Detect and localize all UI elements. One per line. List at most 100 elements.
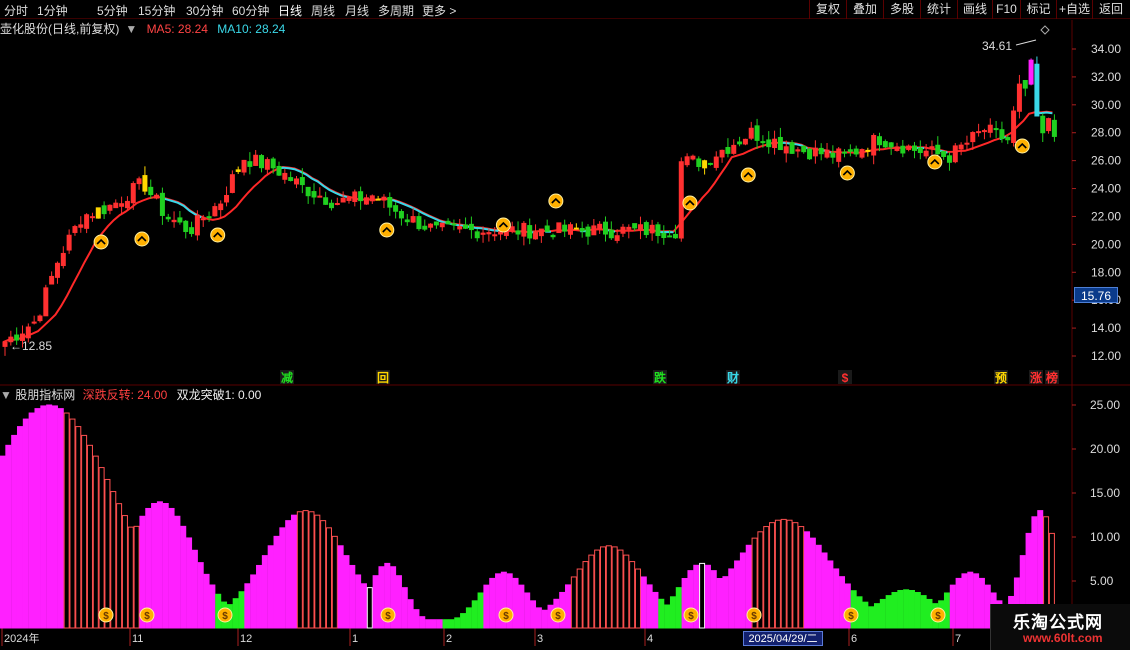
candle-body — [311, 191, 317, 198]
tab-1min[interactable]: 1分钟 — [37, 2, 68, 19]
money-bag-glyph: $ — [503, 611, 509, 622]
indicator-bar — [390, 566, 397, 629]
money-bag-glyph: $ — [848, 611, 854, 622]
indicator-bar — [774, 519, 781, 629]
candle-body — [37, 315, 43, 322]
candle-body — [282, 172, 288, 180]
indicator-bar — [500, 571, 507, 629]
candle-body — [818, 147, 824, 155]
candle-body — [445, 220, 451, 225]
indicator-bar — [419, 616, 426, 629]
tab-fenshi[interactable]: 分时 — [4, 2, 28, 19]
indicator-bar — [86, 444, 93, 629]
candle-body — [725, 147, 731, 154]
indicator-bar — [22, 418, 29, 629]
indicator-bar — [121, 515, 128, 629]
candle-body — [591, 225, 597, 236]
chevron-down-icon[interactable]: ▼ — [0, 388, 12, 402]
indicator-bar — [75, 426, 82, 629]
overlay-button[interactable]: 叠加 — [846, 0, 883, 19]
tab-multi-period[interactable]: 多周期 — [378, 2, 414, 19]
indicator-bar — [296, 511, 303, 629]
buy-signal-icon — [495, 217, 511, 233]
event-marker-bg — [994, 370, 1008, 384]
indicator-bar — [623, 554, 630, 629]
tab-60min[interactable]: 60分钟 — [232, 2, 269, 19]
indicator-bar — [973, 573, 980, 629]
candle-body — [830, 152, 836, 158]
event-marker-bg — [726, 370, 740, 384]
indicator-bar — [349, 564, 356, 629]
tab-daily[interactable]: 日线 — [278, 2, 302, 19]
candle-body — [719, 149, 725, 158]
mark-button[interactable]: 标记 — [1020, 0, 1056, 19]
stats-button[interactable]: 统计 — [920, 0, 957, 19]
f10-button[interactable]: F10 — [992, 0, 1020, 19]
candle-body — [72, 226, 78, 233]
chart-area[interactable]: $ $ $ $ $ $ $ $ $ $ 34.00 32.00 30.00 28.00 26.00 24.0… — [0, 0, 1130, 650]
stock-title[interactable]: 壶化股份(日线,前复权) — [0, 22, 119, 36]
candle-body — [696, 158, 702, 167]
indicator-bar — [395, 575, 402, 629]
tab-weekly[interactable]: 周线 — [311, 2, 335, 19]
candle-body — [276, 165, 282, 176]
tab-15min[interactable]: 15分钟 — [138, 2, 175, 19]
chevron-down-icon[interactable]: ▼ — [125, 22, 137, 36]
candle-body — [1040, 115, 1046, 134]
indicator-bar — [413, 609, 420, 629]
candle-body — [678, 161, 684, 239]
indicator-bar — [535, 607, 542, 629]
adjust-button[interactable]: 复权 — [809, 0, 846, 19]
candle-body — [294, 178, 299, 185]
tab-30min[interactable]: 30分钟 — [186, 2, 223, 19]
candle-body — [84, 214, 90, 229]
money-bag-glyph: $ — [935, 611, 941, 622]
indicator-bar — [267, 545, 274, 629]
candle-body — [299, 177, 305, 186]
y-tick-label: 32.00 — [1091, 70, 1121, 84]
indicator-bar — [932, 603, 939, 629]
tab-monthly[interactable]: 月线 — [345, 2, 369, 19]
candle-body — [742, 138, 748, 145]
candle-body — [288, 177, 294, 181]
candle-body — [643, 222, 649, 236]
indicator-bar — [325, 527, 332, 629]
draw-button[interactable]: 画线 — [957, 0, 992, 19]
multi-stock-button[interactable]: 多股 — [883, 0, 920, 19]
indicator-bar — [372, 575, 379, 629]
indicator-bar — [903, 589, 910, 629]
candle-body — [66, 234, 72, 251]
candle-body — [229, 174, 235, 193]
indicator-bar — [104, 478, 111, 629]
chevron-up-icon — [930, 158, 940, 165]
indicator-bar — [343, 555, 350, 629]
indicator-bar — [384, 562, 391, 629]
candle-body — [474, 231, 480, 239]
candle-body — [428, 223, 434, 228]
ind-y-tick-label: 15.00 — [1090, 486, 1120, 500]
indicator-name[interactable]: 股朋指标网 — [15, 388, 75, 402]
candle-body — [200, 218, 206, 221]
indicator-bar — [156, 501, 163, 629]
candle-body — [807, 148, 813, 160]
back-button[interactable]: 返回 — [1092, 0, 1129, 19]
candle-body — [363, 197, 369, 205]
indicator-bar — [261, 555, 268, 629]
buy-signal-icon — [1014, 138, 1030, 154]
indicator-bar — [360, 583, 367, 629]
moving-averages — [2, 110, 1053, 344]
tab-5min[interactable]: 5分钟 — [97, 2, 128, 19]
indicator-bar — [681, 578, 688, 629]
candle-body — [136, 178, 142, 185]
chevron-up-icon — [743, 171, 753, 178]
indicator-bar — [5, 444, 12, 629]
indicator-bar — [110, 491, 117, 629]
chevron-up-icon — [842, 169, 852, 176]
candle-body — [626, 226, 632, 230]
candle-body — [463, 224, 469, 229]
indicator-bar — [250, 574, 257, 629]
tab-more[interactable]: 更多 > — [422, 2, 456, 19]
add-watchlist-button[interactable]: +自选 — [1056, 0, 1092, 19]
candle-body — [235, 169, 241, 172]
candle-body — [585, 226, 591, 237]
